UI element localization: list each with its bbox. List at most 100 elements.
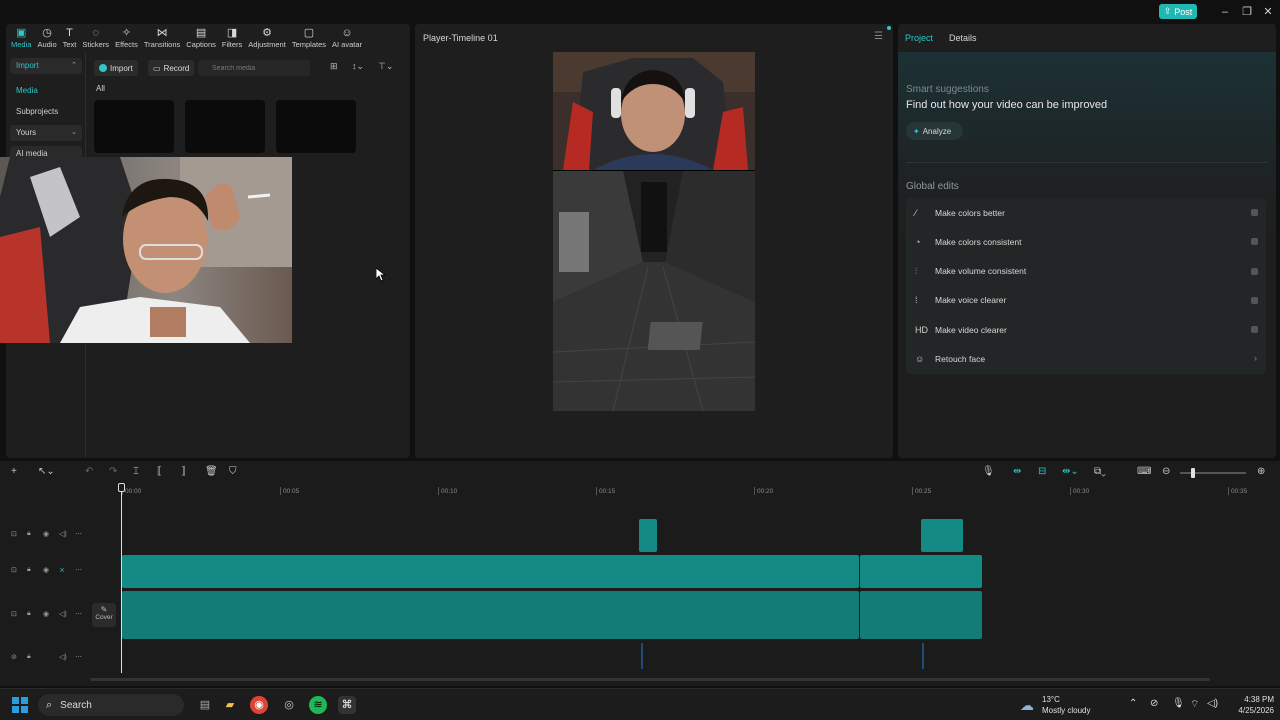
lock-icon[interactable]: 🔒︎: [27, 653, 31, 661]
tab-effects[interactable]: ✧ Effects: [112, 24, 141, 52]
tab-captions[interactable]: ▤ Captions: [183, 24, 219, 52]
toggle-switch[interactable]: [1251, 267, 1258, 275]
import-button[interactable]: Import: [94, 60, 138, 76]
eye-icon[interactable]: ◉: [43, 530, 49, 538]
snap-icon[interactable]: ⇹⌄: [1062, 466, 1079, 477]
media-thumbnail[interactable]: [185, 100, 265, 153]
video-preview[interactable]: [553, 52, 755, 411]
zoom-slider[interactable]: [1180, 472, 1246, 474]
tab-stickers[interactable]: ◌ Stickers: [79, 24, 112, 52]
tab-filters[interactable]: ◨ Filters: [219, 24, 245, 52]
redo-icon[interactable]: ↷: [109, 466, 117, 477]
timeline-clip[interactable]: [860, 555, 982, 588]
tab-project[interactable]: Project: [905, 33, 933, 43]
microphone-icon[interactable]: 🎙: [1172, 698, 1185, 709]
analyze-button[interactable]: ✦ Analyze: [906, 122, 963, 140]
toggle-switch[interactable]: [1251, 326, 1258, 334]
edit-row-make-colors-better[interactable]: ⁄ Make colors better: [906, 198, 1266, 227]
zoom-slider-handle[interactable]: [1191, 468, 1195, 478]
lock-icon[interactable]: 🔒︎: [27, 530, 31, 538]
app-tray-icon[interactable]: ⊘: [1150, 698, 1158, 709]
add-icon[interactable]: +: [11, 466, 17, 477]
eye-icon[interactable]: ◉: [43, 610, 49, 618]
trim-right-icon[interactable]: ⟧: [181, 466, 186, 477]
timeline-clip[interactable]: [639, 519, 657, 552]
lock-icon[interactable]: 🔒︎: [27, 610, 31, 618]
toggle-switch[interactable]: [1251, 296, 1258, 304]
tray-chevron-icon[interactable]: ⌃: [1129, 698, 1137, 709]
zoom-out-icon[interactable]: ⊖: [1162, 466, 1170, 477]
magnet-icon[interactable]: ⊟: [1038, 466, 1046, 477]
more-icon[interactable]: ⋯: [75, 610, 82, 618]
close-icon[interactable]: ✕: [1260, 4, 1276, 20]
file-explorer-icon[interactable]: ▰: [221, 696, 239, 714]
chrome-icon[interactable]: ◉: [250, 696, 268, 714]
speaker-icon[interactable]: ◁): [59, 653, 67, 661]
timeline-clip[interactable]: [122, 555, 859, 588]
record-button[interactable]: ▭ Record: [148, 60, 195, 76]
windows-start-icon[interactable]: [12, 697, 28, 713]
playhead-handle[interactable]: [118, 483, 125, 492]
speaker-icon[interactable]: ◁): [59, 610, 67, 618]
taskbar-search[interactable]: ⌕ Search: [38, 694, 184, 716]
timeline-scrollbar[interactable]: [90, 678, 1210, 681]
post-button[interactable]: ⇪ Post: [1159, 4, 1197, 19]
edit-row-make-video-clearer[interactable]: HD Make video clearer: [906, 315, 1266, 344]
menu-icon[interactable]: ☰: [874, 31, 883, 42]
edit-row-retouch-face[interactable]: ☺ Retouch face ›: [906, 345, 1266, 374]
app-icon[interactable]: ◎: [280, 696, 298, 714]
zoom-in-icon[interactable]: ⊕: [1257, 466, 1265, 477]
minimize-icon[interactable]: –: [1217, 4, 1233, 20]
clock[interactable]: 4:38 PM 4/25/2026: [1224, 694, 1274, 716]
tab-media[interactable]: ▣ Media: [8, 24, 34, 52]
more-icon[interactable]: ⋯: [75, 566, 82, 574]
task-view-icon[interactable]: ▤: [196, 696, 214, 714]
sidebar-item-yours[interactable]: Yours ⌄: [10, 125, 82, 141]
timeline-clip[interactable]: [122, 591, 859, 639]
weather-widget[interactable]: ☁ 13°C Mostly cloudy: [1020, 693, 1100, 717]
mute-icon[interactable]: ⨯: [59, 566, 65, 574]
preview-axis-icon[interactable]: ⧉⌄: [1094, 466, 1106, 477]
tab-ai-avatar[interactable]: ☺ AI avatar: [329, 24, 365, 52]
eye-icon[interactable]: ◉: [43, 566, 49, 574]
view-grid-icon[interactable]: ⊞: [330, 61, 338, 72]
timeline-clip[interactable]: [921, 519, 963, 552]
more-icon[interactable]: ⋯: [75, 653, 82, 661]
toggle-switch[interactable]: [1251, 209, 1258, 216]
capcut-icon[interactable]: ⌘: [338, 696, 356, 714]
timeline-clip[interactable]: [860, 591, 982, 639]
audio-marker[interactable]: [641, 643, 643, 669]
tab-details[interactable]: Details: [949, 33, 977, 43]
timeline-ruler[interactable]: 00:00 00:05 00:10 00:15 00:20 00:25 00:30 00:35: [120, 485, 1280, 499]
select-tool-icon[interactable]: ↖⌄: [38, 466, 55, 477]
filter-icon[interactable]: ⊤⌄: [378, 61, 393, 72]
sidebar-item-subprojects[interactable]: Subprojects: [10, 104, 82, 120]
volume-icon[interactable]: ◁): [1207, 698, 1218, 709]
link-clips-icon[interactable]: ⇹: [1013, 466, 1021, 477]
tab-transitions[interactable]: ⋈ Transitions: [141, 24, 183, 52]
media-thumbnail[interactable]: [276, 100, 356, 153]
network-icon[interactable]: ⌔: [1190, 698, 1199, 711]
sidebar-item-import[interactable]: Import ⌃: [10, 58, 82, 74]
edit-row-make-volume-consistent[interactable]: ⫶ Make volume consistent: [906, 257, 1266, 286]
tab-text[interactable]: T Text: [60, 24, 80, 52]
tab-audio[interactable]: ◷ Audio: [34, 24, 59, 52]
trim-left-icon[interactable]: ⟦: [157, 466, 162, 477]
spotify-icon[interactable]: ≋: [309, 696, 327, 714]
cover-button[interactable]: ✎ Cover: [92, 603, 116, 627]
edit-row-make-voice-clearer[interactable]: ⁞ Make voice clearer: [906, 286, 1266, 315]
lock-icon[interactable]: 🔒︎: [27, 566, 31, 574]
edit-row-make-colors-consistent[interactable]: ◔ Make colors consistent: [906, 227, 1266, 256]
audio-marker[interactable]: [922, 643, 924, 669]
sort-icon[interactable]: ↕⌄: [352, 61, 364, 72]
microphone-icon[interactable]: 🎙: [982, 466, 995, 477]
search-media-input[interactable]: [198, 60, 310, 76]
tab-adjustment[interactable]: ⚙ Adjustment: [245, 24, 289, 52]
maximize-icon[interactable]: ❐: [1239, 4, 1255, 20]
sidebar-item-media[interactable]: Media: [10, 83, 82, 99]
split-icon[interactable]: ⌶: [133, 466, 139, 477]
more-icon[interactable]: ⋯: [75, 530, 82, 538]
shield-icon[interactable]: ⛉: [229, 466, 237, 477]
undo-icon[interactable]: ↶: [85, 466, 93, 477]
caption-icon[interactable]: ⌨: [1137, 466, 1151, 477]
